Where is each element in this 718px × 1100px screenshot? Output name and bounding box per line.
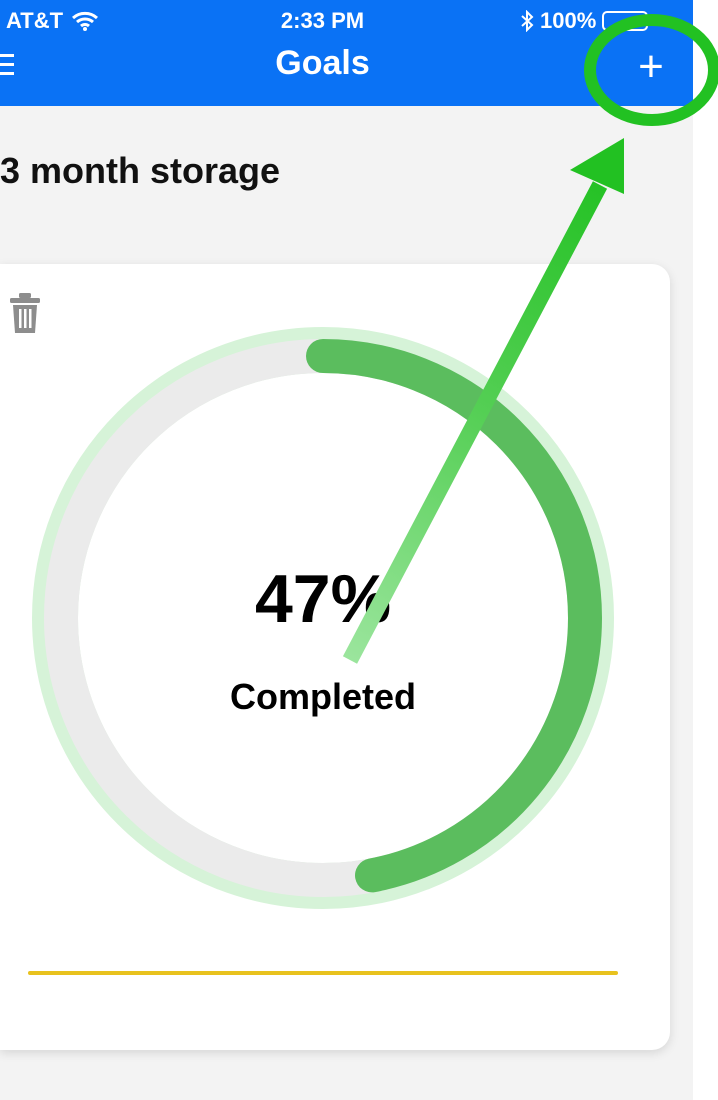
add-goal-button[interactable]: + — [620, 44, 682, 94]
goal-card — [0, 264, 670, 1050]
page-title: Goals — [275, 44, 370, 82]
bluetooth-icon — [521, 10, 534, 32]
goal-title: 3 month storage — [0, 150, 281, 191]
battery-label: 100% — [540, 8, 597, 33]
app-header: AT&T 2:33 PM 100% Goals + — [0, 0, 693, 106]
battery-icon — [602, 11, 649, 31]
progress-percent: 47% — [254, 561, 392, 637]
goal-divider — [28, 971, 618, 975]
trash-icon[interactable] — [8, 292, 42, 334]
goals-screen: AT&T 2:33 PM 100% Goals + 3 month storag… — [0, 0, 718, 1100]
status-bar: AT&T 2:33 PM 100% — [0, 0, 693, 40]
progress-status-label: Completed — [229, 676, 416, 717]
status-right: 100% — [520, 8, 649, 34]
